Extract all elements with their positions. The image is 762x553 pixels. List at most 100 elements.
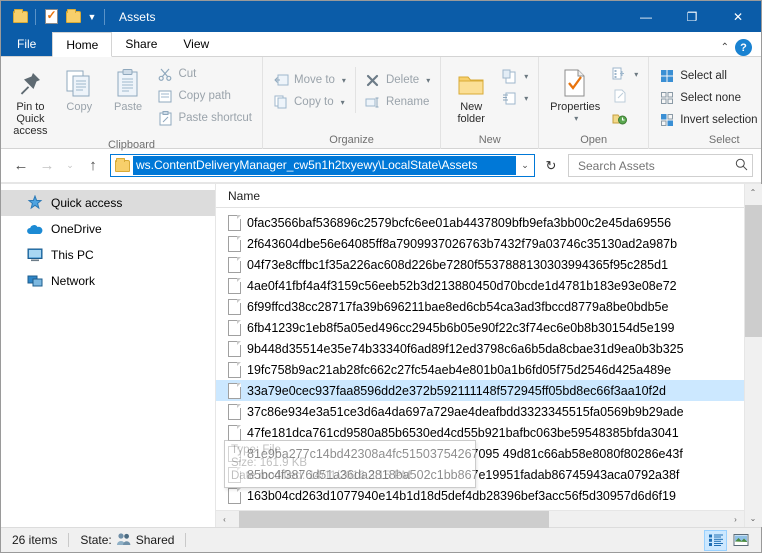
qat-customize-chevron-down-icon[interactable]: ▼: [84, 6, 100, 28]
copy-icon: [64, 64, 94, 98]
properties-button[interactable]: Properties ▾: [544, 61, 606, 125]
tab-share[interactable]: Share: [112, 31, 170, 56]
scroll-left-button[interactable]: ‹: [216, 511, 233, 528]
history-button[interactable]: [606, 107, 643, 129]
new-item-button[interactable]: ▾: [496, 65, 533, 87]
list-item[interactable]: 2f643604dbe56e64085ff8a7909937026763b743…: [216, 233, 744, 254]
cut-button[interactable]: Cut: [152, 63, 257, 85]
invert-selection-button[interactable]: Invert selection: [654, 109, 762, 131]
list-item[interactable]: 81e9ba277c14bd42308a4fc51503754267095 49…: [216, 443, 744, 464]
scroll-right-button[interactable]: ›: [727, 511, 744, 528]
open-chevron-down-icon[interactable]: ▾: [634, 70, 638, 79]
file-icon: [228, 235, 241, 252]
up-button[interactable]: ↑: [81, 154, 105, 178]
refresh-button[interactable]: ↻: [540, 154, 562, 177]
address-input[interactable]: ws.ContentDeliveryManager_cw5n1h2txyewy\…: [133, 156, 516, 175]
file-icon: [228, 361, 241, 378]
horizontal-scroll-track[interactable]: [233, 510, 727, 528]
copy-to-chevron-down-icon[interactable]: ▾: [341, 98, 345, 107]
help-icon[interactable]: ?: [735, 39, 752, 56]
sidebar-item-quick-access[interactable]: Quick access: [1, 190, 215, 216]
file-icon: [228, 403, 241, 420]
list-item[interactable]: 4ae0f41fbf4a4f3159c56eeb52b3d213880450d7…: [216, 275, 744, 296]
vertical-scroll-track[interactable]: [744, 201, 762, 510]
file-name: 6fb41239c1eb8f5a05ed496cc2945b6b05e90f22…: [247, 320, 675, 335]
this-pc-monitor-icon: [26, 247, 43, 264]
vertical-scrollbar[interactable]: ⌃ ⌄: [744, 184, 762, 527]
delete-button[interactable]: Delete ▾: [360, 69, 435, 91]
rename-button[interactable]: Rename: [360, 91, 435, 113]
search-input[interactable]: [576, 157, 735, 174]
qat-new-folder-icon[interactable]: [62, 6, 84, 28]
ribbon-group-select-body: Select all Select none Invert selection: [649, 57, 762, 132]
list-item[interactable]: 19fc758b9ac21ab28fc662c27fc54aeb4e801b0a…: [216, 359, 744, 380]
navigation-bar: ← → ⌄ ↑ ws.ContentDeliveryManager_cw5n1h…: [1, 149, 761, 183]
properties-chevron-down-icon[interactable]: ▾: [574, 113, 578, 125]
pin-to-quick-access-button[interactable]: Pin to Quick access: [6, 61, 55, 137]
list-item[interactable]: 04f73e8cffbc1f35a226ac608d226be7280f5537…: [216, 254, 744, 275]
maximize-button[interactable]: ❐: [669, 1, 715, 32]
list-item[interactable]: 9b448d35514e35e74b33340f6ad89f12ed3798c6…: [216, 338, 744, 359]
file-icon: [228, 340, 241, 357]
move-to-chevron-down-icon[interactable]: ▾: [342, 76, 346, 85]
scroll-up-button[interactable]: ⌃: [744, 184, 762, 201]
qat-folder-icon[interactable]: [9, 6, 31, 28]
file-icon: [228, 424, 241, 441]
forward-button[interactable]: →: [35, 154, 59, 178]
close-button[interactable]: ✕: [715, 1, 761, 32]
address-bar[interactable]: ws.ContentDeliveryManager_cw5n1h2txyewy\…: [110, 154, 535, 177]
search-icon[interactable]: [735, 158, 748, 174]
sidebar-item-network[interactable]: Network: [1, 268, 215, 294]
new-folder-button[interactable]: New folder: [446, 61, 496, 125]
copy-path-label: Copy path: [178, 90, 231, 102]
file-icon: [228, 319, 241, 336]
open-button[interactable]: ▾: [606, 63, 643, 85]
list-item-selected[interactable]: 33a79e0cec937faa8596dd2e372b592111148f57…: [216, 380, 744, 401]
sidebar-item-this-pc[interactable]: This PC: [1, 242, 215, 268]
file-list[interactable]: 0fac3566baf536896c2579bcfc6ee01ab4437809…: [216, 208, 744, 510]
minimize-button[interactable]: —: [623, 1, 669, 32]
select-none-icon: [659, 90, 675, 106]
copy-button[interactable]: Copy: [55, 61, 104, 113]
address-chevron-down-icon[interactable]: ⌄: [516, 155, 534, 176]
open-small-buttons: ▾: [606, 61, 643, 129]
delete-chevron-down-icon[interactable]: ▾: [426, 76, 430, 85]
sidebar-item-onedrive[interactable]: OneDrive: [1, 216, 215, 242]
select-none-button[interactable]: Select none: [654, 87, 762, 109]
tab-view[interactable]: View: [170, 31, 222, 56]
select-all-label: Select all: [680, 70, 727, 82]
list-item[interactable]: 6fb41239c1eb8f5a05ed496cc2945b6b05e90f22…: [216, 317, 744, 338]
horizontal-scrollbar[interactable]: ‹ ›: [216, 510, 744, 528]
back-button[interactable]: ←: [9, 154, 33, 178]
horizontal-scroll-thumb[interactable]: [239, 510, 549, 528]
paste-shortcut-button[interactable]: Paste shortcut: [152, 107, 257, 129]
list-item[interactable]: 47fe181dca761cd9580a85b6530ed4cd55b921ba…: [216, 422, 744, 443]
list-item[interactable]: 163b04cd263d1077940e14b1d18d5def4db28396…: [216, 485, 744, 506]
search-box[interactable]: [568, 154, 753, 177]
new-item-chevron-down-icon[interactable]: ▾: [524, 72, 528, 81]
list-item[interactable]: 85bc4f3876d51a36da2818ba502c1bb867e19951…: [216, 464, 744, 485]
select-all-button[interactable]: Select all: [654, 65, 762, 87]
column-header-name[interactable]: Name: [216, 184, 744, 208]
easy-access-button[interactable]: ▾: [496, 87, 533, 109]
copy-path-button[interactable]: Copy path: [152, 85, 257, 107]
large-icons-view-button[interactable]: [729, 530, 752, 551]
list-item[interactable]: 6f99ffcd38cc28717fa39b696211bae8ed6cb54c…: [216, 296, 744, 317]
details-view-button[interactable]: [704, 529, 727, 551]
paste-button[interactable]: Paste: [104, 61, 153, 113]
easy-access-chevron-down-icon[interactable]: ▾: [524, 94, 528, 103]
move-to-button[interactable]: Move to ▾: [268, 69, 351, 91]
qat-properties-icon[interactable]: [40, 6, 62, 28]
edit-button[interactable]: [606, 85, 643, 107]
rename-label: Rename: [385, 96, 430, 108]
recent-locations-chevron-down-icon[interactable]: ⌄: [61, 154, 79, 178]
collapse-ribbon-chevron-up-icon[interactable]: ⌃: [721, 42, 729, 53]
ribbon-tab-bar-right: ⌃ ?: [721, 39, 761, 56]
list-item[interactable]: 37c86e934e3a51ce3d6a4da697a729ae4deafbdd…: [216, 401, 744, 422]
copy-to-button[interactable]: Copy to ▾: [268, 91, 351, 113]
vertical-scroll-thumb[interactable]: [744, 205, 762, 337]
scroll-down-button[interactable]: ⌄: [744, 510, 762, 527]
tab-home[interactable]: Home: [52, 32, 113, 57]
tab-file[interactable]: File: [1, 31, 53, 56]
list-item[interactable]: 0fac3566baf536896c2579bcfc6ee01ab4437809…: [216, 212, 744, 233]
